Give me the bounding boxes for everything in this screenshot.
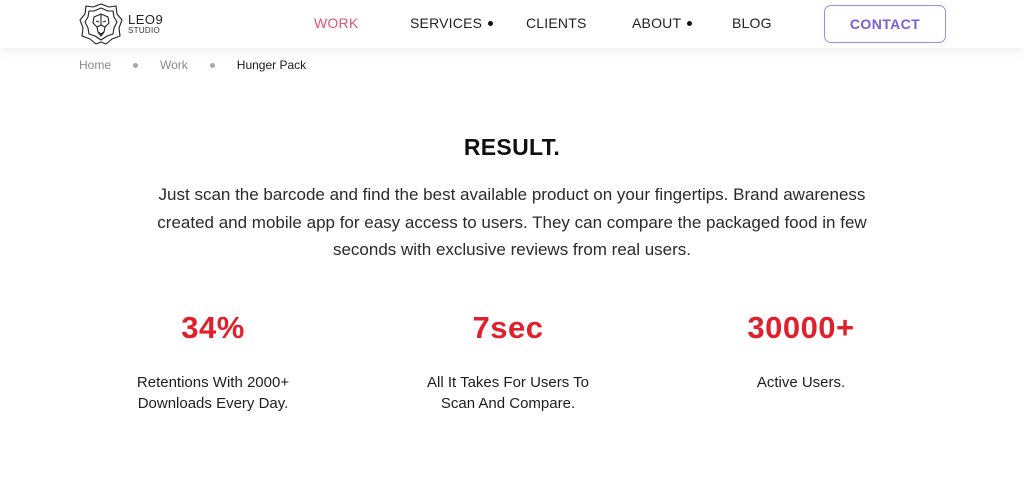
- stat-label-line: Active Users.: [756, 374, 846, 391]
- nav-item-label: BLOG: [732, 15, 772, 31]
- breadcrumb-current: Hunger Pack: [236, 58, 307, 72]
- stat-label-line: All It Takes For Users To: [427, 374, 589, 391]
- nav-item-work[interactable]: WORK: [314, 15, 358, 31]
- result-heading: RESULT.: [463, 134, 561, 160]
- stat-value: 30000+: [747, 310, 855, 345]
- nav-item-clients[interactable]: CLIENTS: [526, 15, 587, 31]
- stat-label: Retentions With 2000+ Downloads Every Da…: [83, 372, 343, 414]
- stat-label-line: Downloads Every Day.: [137, 395, 289, 412]
- breadcrumb-work[interactable]: Work: [160, 58, 188, 72]
- nav-item-label: ABOUT: [632, 15, 682, 31]
- site-header: LEO9 STUDIO WORK SERVICES CLIENTS ABOUT …: [0, 0, 1024, 48]
- nav-item-label: SERVICES: [410, 15, 483, 31]
- contact-button[interactable]: CONTACT: [824, 5, 946, 43]
- nav-item-label: CLIENTS: [526, 15, 587, 31]
- nav-item-services[interactable]: SERVICES: [410, 15, 494, 31]
- breadcrumb-separator-icon: [133, 62, 139, 68]
- breadcrumb: Home Work Hunger Pack: [79, 58, 306, 72]
- stat-label-line: Scan And Compare.: [440, 395, 576, 412]
- nav-item-label: WORK: [314, 15, 359, 31]
- nav-item-about[interactable]: ABOUT: [632, 15, 693, 31]
- breadcrumb-separator-icon: [209, 62, 215, 68]
- stat-label: All It Takes For Users To Scan And Compa…: [378, 372, 638, 414]
- stat-value: 34%: [181, 310, 245, 345]
- stat-label-line: Retentions With 2000+: [136, 374, 290, 391]
- breadcrumb-home[interactable]: Home: [79, 58, 111, 72]
- dropdown-dot-icon: [488, 21, 494, 26]
- stat-value: 7sec: [472, 310, 544, 345]
- nav-item-blog[interactable]: BLOG: [732, 15, 772, 31]
- dropdown-dot-icon: [687, 21, 693, 26]
- stat-label: Active Users.: [671, 372, 931, 393]
- stat-scan-time: 7sec All It Takes For Users To Scan And …: [378, 308, 638, 414]
- stat-active-users: 30000+ Active Users.: [671, 308, 931, 393]
- result-description: Just scan the barcode and find the best …: [157, 185, 867, 259]
- stat-retention: 34% Retentions With 2000+ Downloads Ever…: [83, 308, 343, 414]
